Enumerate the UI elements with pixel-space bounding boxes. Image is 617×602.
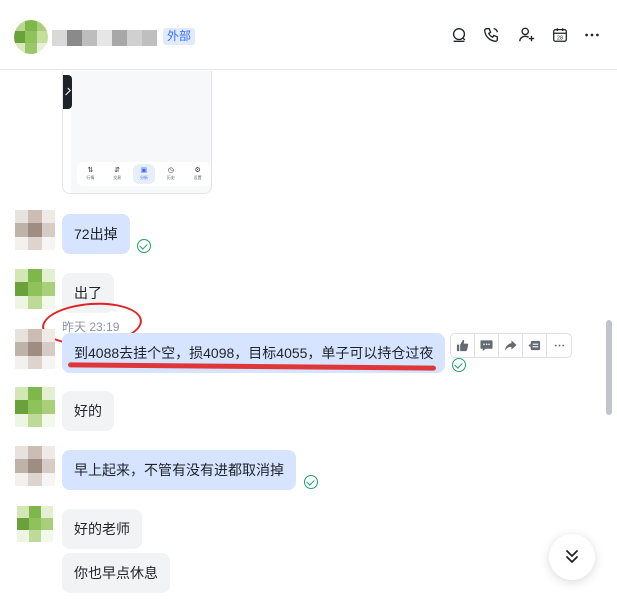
sender-avatar[interactable] bbox=[15, 329, 55, 369]
svg-text:28: 28 bbox=[557, 36, 563, 42]
message-bubble[interactable]: 好的老师 bbox=[62, 509, 142, 549]
external-badge: 外部 bbox=[163, 28, 196, 45]
image-side-tab bbox=[63, 75, 72, 109]
quote-icon[interactable] bbox=[523, 334, 547, 357]
image-nav-item: ▣ 分析 bbox=[132, 164, 155, 184]
message-list[interactable]: ⇅ 行情 ⇵ 交易 ▣ 分析 ◷ 历史 ⚙ 设置 72出掉 出了 昨天 23:19 到40… bbox=[0, 71, 617, 602]
image-content: ⇅ 行情 ⇵ 交易 ▣ 分析 ◷ 历史 ⚙ 设置 bbox=[71, 71, 211, 193]
add-member-icon[interactable] bbox=[517, 25, 537, 45]
message-bubble[interactable]: 好的 bbox=[62, 391, 114, 431]
read-receipt-icon bbox=[304, 475, 318, 489]
read-receipt-icon bbox=[452, 358, 466, 372]
recipient-avatar[interactable] bbox=[15, 387, 55, 427]
image-nav-item: ⇅ 行情 bbox=[86, 167, 95, 180]
thumbs-up-icon[interactable] bbox=[451, 334, 475, 357]
message-bubble[interactable]: 72出掉 bbox=[62, 214, 130, 254]
contact-avatar[interactable] bbox=[14, 20, 48, 54]
more-actions-icon[interactable] bbox=[547, 334, 571, 357]
double-chevron-down-icon bbox=[566, 550, 578, 563]
sender-avatar[interactable] bbox=[15, 210, 55, 250]
message-bubble[interactable]: 早上起来，不管有没有进都取消掉 bbox=[62, 450, 296, 490]
message-bubble[interactable]: 你也早点休息 bbox=[62, 553, 170, 593]
scrollbar[interactable] bbox=[606, 320, 612, 415]
sender-avatar[interactable] bbox=[15, 446, 55, 486]
image-message[interactable]: ⇅ 行情 ⇵ 交易 ▣ 分析 ◷ 历史 ⚙ 设置 bbox=[62, 71, 212, 194]
chat-header: 外部 28 bbox=[0, 0, 617, 70]
more-icon[interactable] bbox=[582, 25, 602, 45]
image-nav-item: ⇵ 交易 bbox=[113, 167, 122, 180]
voice-call-icon[interactable] bbox=[481, 25, 501, 45]
calendar-icon[interactable]: 28 bbox=[550, 25, 570, 45]
image-nav-item: ⚙ 设置 bbox=[193, 167, 202, 180]
image-nav-item: ◷ 历史 bbox=[166, 167, 175, 180]
image-bottom-nav: ⇅ 行情 ⇵ 交易 ▣ 分析 ◷ 历史 ⚙ 设置 bbox=[77, 162, 211, 186]
search-chat-icon[interactable] bbox=[449, 25, 469, 45]
recipient-avatar[interactable] bbox=[17, 506, 53, 542]
comment-icon[interactable] bbox=[475, 334, 499, 357]
read-receipt-icon bbox=[137, 239, 151, 253]
recipient-avatar[interactable] bbox=[15, 269, 55, 309]
contact-name-blurred bbox=[52, 30, 157, 46]
message-action-toolbar bbox=[450, 333, 572, 358]
scroll-to-bottom-button[interactable] bbox=[549, 534, 595, 580]
forward-icon[interactable] bbox=[499, 334, 523, 357]
